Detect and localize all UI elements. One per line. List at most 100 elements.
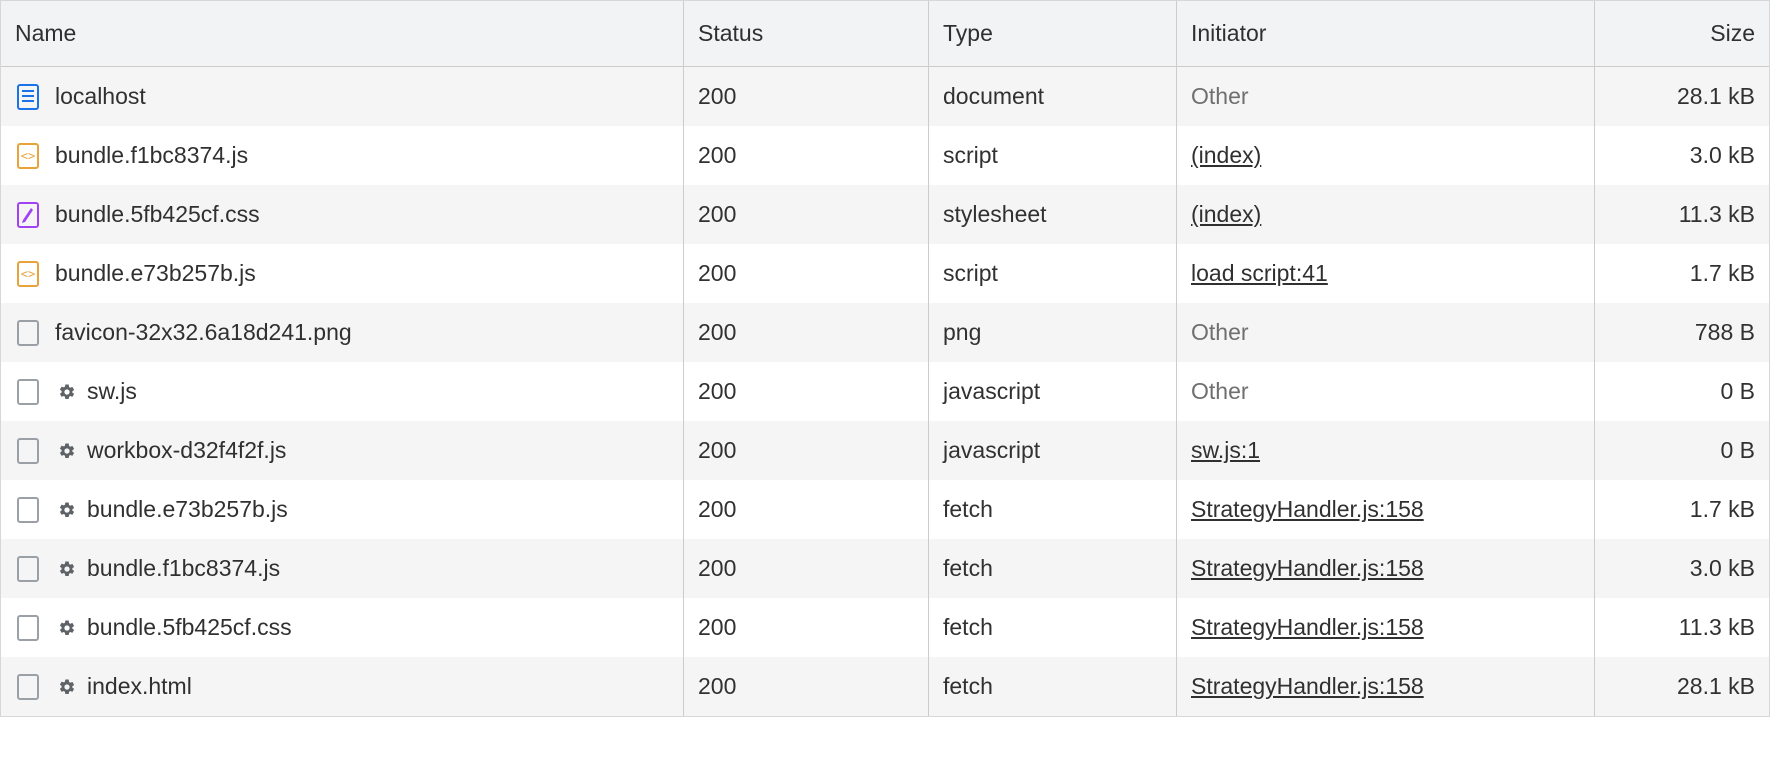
file-icon <box>15 438 41 464</box>
cell-type: javascript <box>929 421 1177 480</box>
cell-name[interactable]: <> bundle.e73b257b.js <box>1 244 684 303</box>
svg-text:<>: <> <box>21 267 35 281</box>
table-header: Name Status Type Initiator Size <box>1 1 1769 67</box>
cell-initiator[interactable]: load script:41 <box>1177 244 1595 303</box>
request-name: bundle.5fb425cf.css <box>55 201 260 228</box>
cell-status: 200 <box>684 303 929 362</box>
gear-icon <box>55 678 79 696</box>
table-body: localhost200documentOther28.1 kB<>bundle… <box>1 67 1769 716</box>
header-size[interactable]: Size <box>1595 1 1769 66</box>
table-row[interactable]: localhost 200documentOther28.1 kB <box>1 67 1769 126</box>
cell-status: 200 <box>684 67 929 126</box>
script-icon: <> <box>15 261 41 287</box>
cell-initiator: Other <box>1177 362 1595 421</box>
initiator-link[interactable]: StrategyHandler.js:158 <box>1191 614 1424 641</box>
cell-size: 1.7 kB <box>1595 244 1769 303</box>
script-icon: <> <box>15 143 41 169</box>
cell-status: 200 <box>684 480 929 539</box>
file-icon <box>15 497 41 523</box>
gear-icon <box>55 501 79 519</box>
cell-initiator[interactable]: (index) <box>1177 185 1595 244</box>
table-row[interactable]: <>bundle.e73b257b.js200scriptload script… <box>1 244 1769 303</box>
cell-name[interactable]: index.html <box>1 657 684 716</box>
request-name: index.html <box>87 673 192 700</box>
cell-status: 200 <box>684 539 929 598</box>
table-row[interactable]: bundle.e73b257b.js200fetch StrategyHandle… <box>1 480 1769 539</box>
cell-type: fetch <box>929 598 1177 657</box>
cell-type: script <box>929 244 1177 303</box>
cell-size: 3.0 kB <box>1595 126 1769 185</box>
cell-initiator[interactable]: StrategyHandler.js:158 <box>1177 480 1595 539</box>
cell-name[interactable]: sw.js <box>1 362 684 421</box>
cell-name[interactable]: bundle.f1bc8374.js <box>1 539 684 598</box>
request-name: bundle.f1bc8374.js <box>55 142 248 169</box>
cell-status: 200 <box>684 185 929 244</box>
cell-type: fetch <box>929 539 1177 598</box>
cell-initiator[interactable]: sw.js:1 <box>1177 421 1595 480</box>
cell-size: 28.1 kB <box>1595 67 1769 126</box>
cell-size: 28.1 kB <box>1595 657 1769 716</box>
table-row[interactable]: index.html 200fetch StrategyHandler.js:158… <box>1 657 1769 716</box>
request-name: bundle.f1bc8374.js <box>87 555 280 582</box>
file-icon <box>15 556 41 582</box>
cell-type: fetch <box>929 480 1177 539</box>
initiator-link[interactable]: load script:41 <box>1191 260 1328 287</box>
header-name[interactable]: Name <box>1 1 684 66</box>
cell-size: 0 B <box>1595 421 1769 480</box>
initiator-link[interactable]: (index) <box>1191 201 1261 228</box>
gear-icon <box>55 383 79 401</box>
initiator-text: Other <box>1191 378 1249 405</box>
table-row[interactable]: bundle.f1bc8374.js 200fetch StrategyHandle… <box>1 539 1769 598</box>
gear-icon <box>55 560 79 578</box>
cell-name[interactable]: favicon-32x32.6a18d241.png <box>1 303 684 362</box>
stylesheet-icon <box>15 202 41 228</box>
cell-name[interactable]: workbox-d32f4f2f.js <box>1 421 684 480</box>
initiator-link[interactable]: StrategyHandler.js:158 <box>1191 496 1424 523</box>
table-row[interactable]: workbox-d32f4f2f.js200javascriptsw.js:10… <box>1 421 1769 480</box>
cell-name[interactable]: localhost <box>1 67 684 126</box>
cell-status: 200 <box>684 598 929 657</box>
cell-initiator[interactable]: StrategyHandler.js:158 <box>1177 598 1595 657</box>
request-name: sw.js <box>87 378 137 405</box>
cell-name[interactable]: bundle.e73b257b.js <box>1 480 684 539</box>
cell-type: stylesheet <box>929 185 1177 244</box>
cell-name[interactable]: <> bundle.f1bc8374.js <box>1 126 684 185</box>
initiator-link[interactable]: StrategyHandler.js:158 <box>1191 555 1424 582</box>
file-icon <box>15 379 41 405</box>
initiator-link[interactable]: StrategyHandler.js:158 <box>1191 673 1424 700</box>
cell-initiator[interactable]: StrategyHandler.js:158 <box>1177 539 1595 598</box>
cell-name[interactable]: bundle.5fb425cf.css <box>1 185 684 244</box>
request-name: localhost <box>55 83 146 110</box>
cell-type: png <box>929 303 1177 362</box>
cell-initiator[interactable]: StrategyHandler.js:158 <box>1177 657 1595 716</box>
table-row[interactable]: sw.js200javascriptOther0 B <box>1 362 1769 421</box>
request-name: workbox-d32f4f2f.js <box>87 437 286 464</box>
initiator-text: Other <box>1191 319 1249 346</box>
cell-type: fetch <box>929 657 1177 716</box>
cell-status: 200 <box>684 126 929 185</box>
svg-text:<>: <> <box>21 149 35 163</box>
file-icon <box>15 615 41 641</box>
header-status[interactable]: Status <box>684 1 929 66</box>
request-name: bundle.e73b257b.js <box>55 260 256 287</box>
cell-type: document <box>929 67 1177 126</box>
cell-name[interactable]: bundle.5fb425cf.css <box>1 598 684 657</box>
cell-size: 11.3 kB <box>1595 598 1769 657</box>
cell-initiator[interactable]: (index) <box>1177 126 1595 185</box>
gear-icon <box>55 619 79 637</box>
initiator-link[interactable]: sw.js:1 <box>1191 437 1260 464</box>
cell-initiator: Other <box>1177 67 1595 126</box>
cell-type: javascript <box>929 362 1177 421</box>
file-icon <box>15 320 41 346</box>
cell-type: script <box>929 126 1177 185</box>
table-row[interactable]: bundle.5fb425cf.css200stylesheet(index)1… <box>1 185 1769 244</box>
table-row[interactable]: bundle.5fb425cf.css200fetch StrategyHandl… <box>1 598 1769 657</box>
table-row[interactable]: <> bundle.f1bc8374.js 200script (index) 3.0 … <box>1 126 1769 185</box>
table-row[interactable]: favicon-32x32.6a18d241.png200pngOther788… <box>1 303 1769 362</box>
header-type[interactable]: Type <box>929 1 1177 66</box>
initiator-link[interactable]: (index) <box>1191 142 1261 169</box>
network-panel: Name Status Type Initiator Size localhos… <box>0 0 1770 717</box>
document-icon <box>15 84 41 110</box>
header-initiator[interactable]: Initiator <box>1177 1 1595 66</box>
cell-status: 200 <box>684 657 929 716</box>
